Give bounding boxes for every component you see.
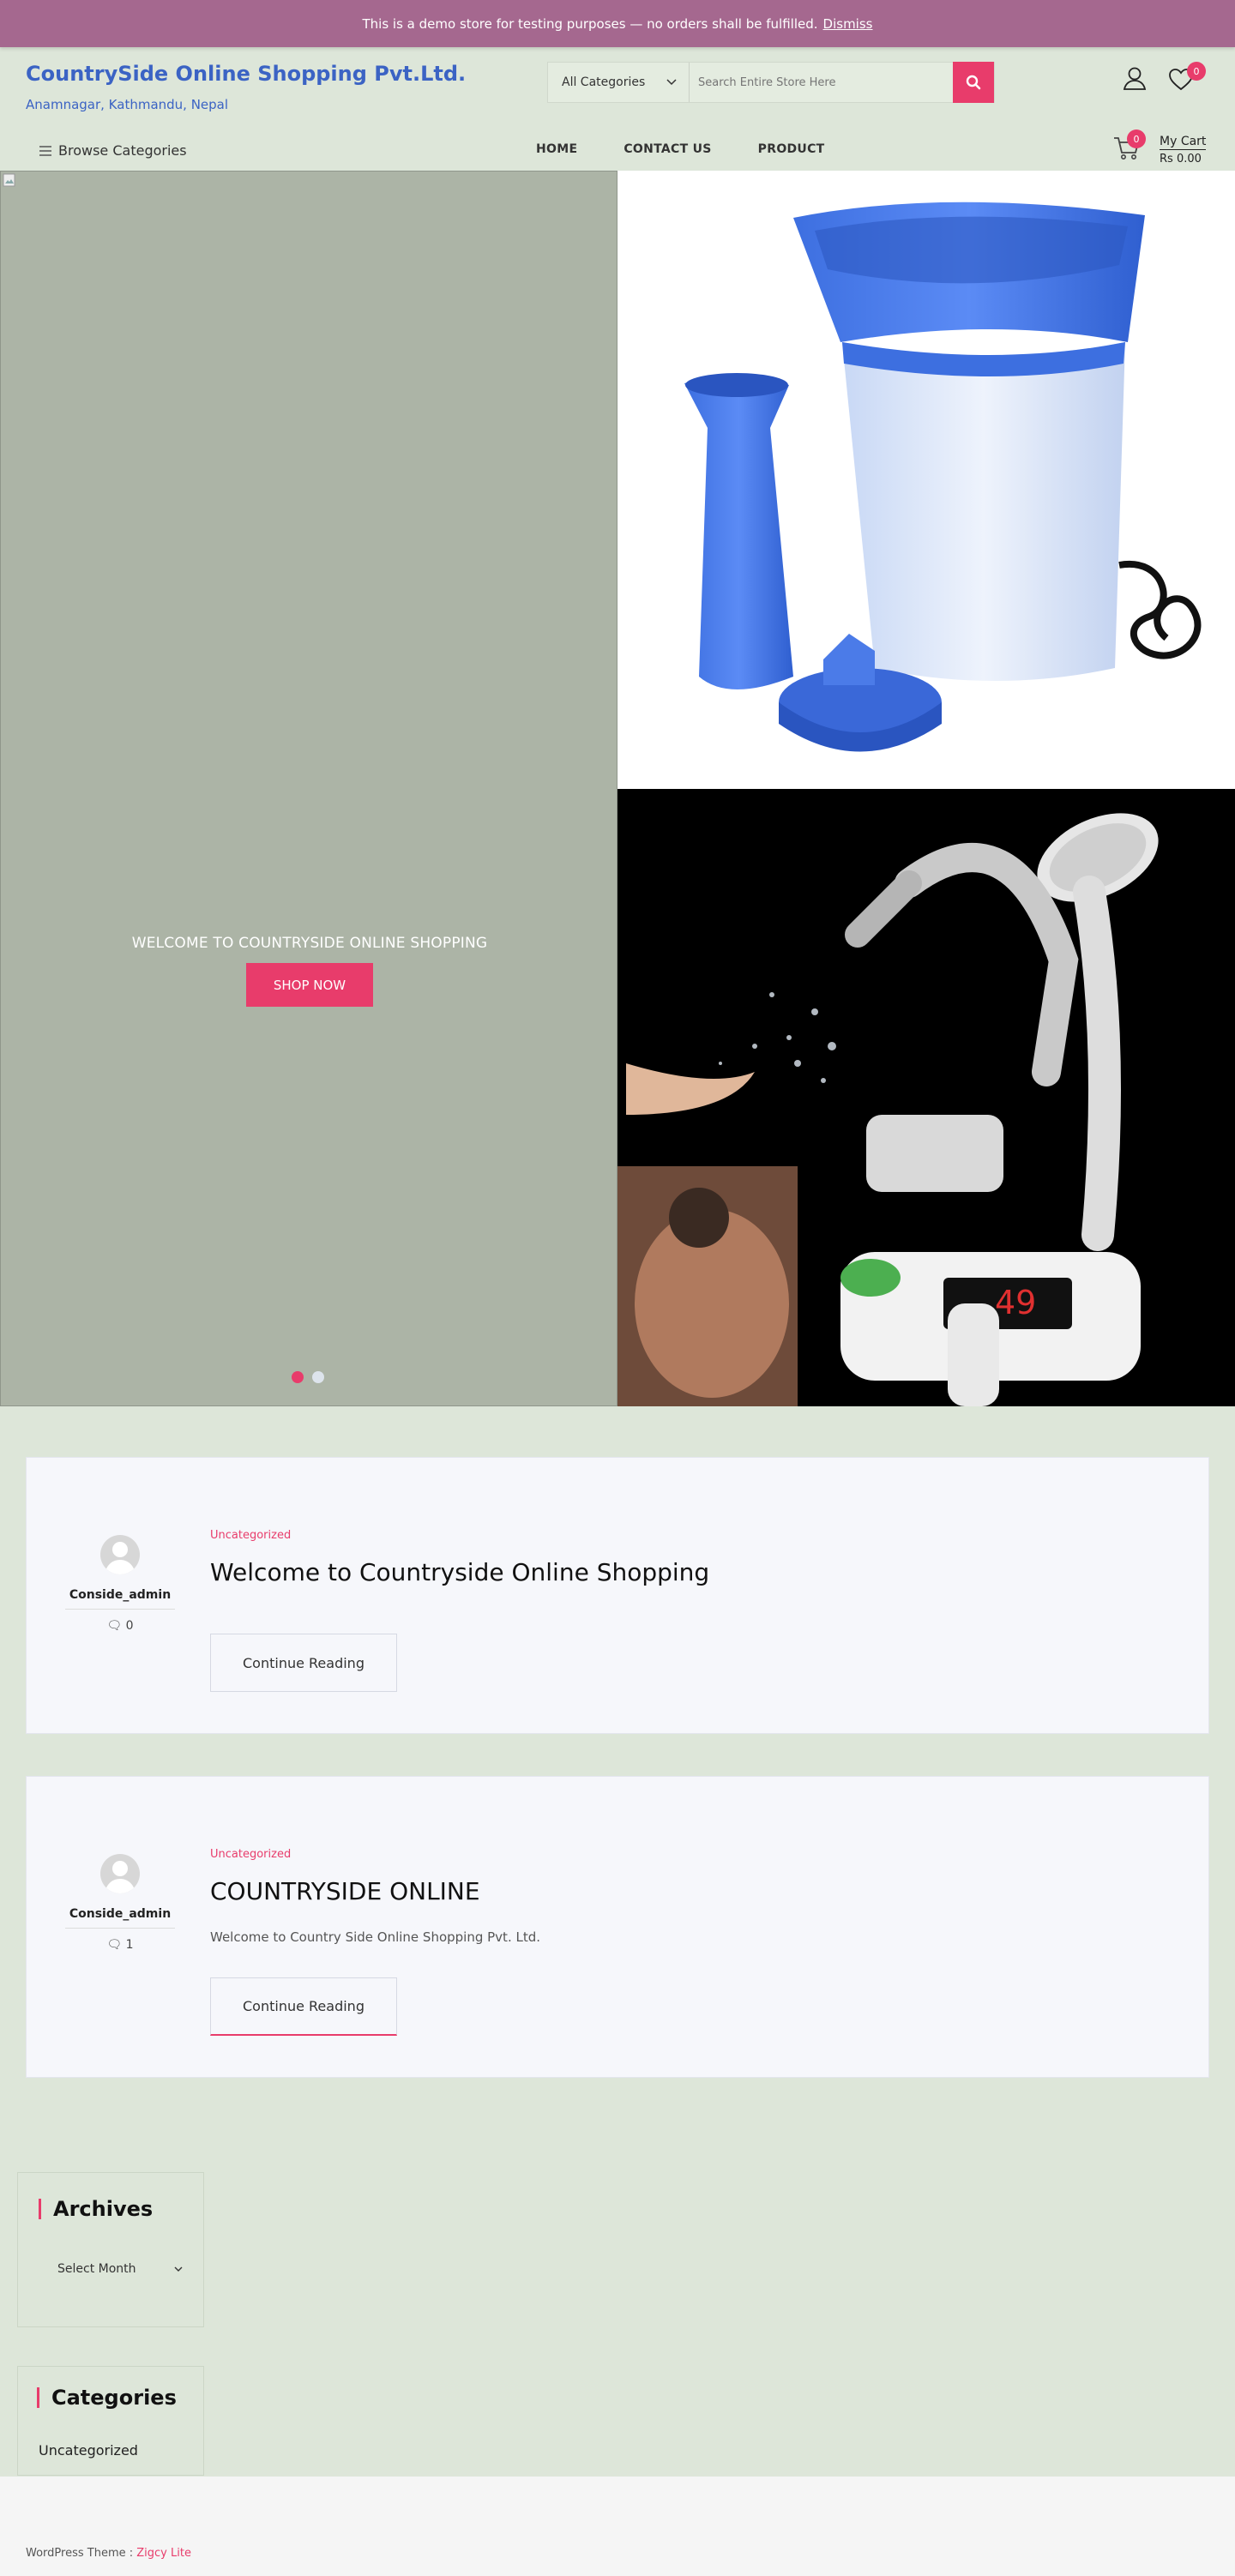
nav-item-product[interactable]: PRODUCT <box>758 142 825 156</box>
demo-notice-text: This is a demo store for testing purpose… <box>362 15 818 32</box>
comment-count-value: 1 <box>125 1938 134 1952</box>
widget-title-archives: Archives <box>39 2199 153 2219</box>
water-heater-tap-illustration: 49 <box>618 813 1159 1406</box>
footer-credit: WordPress Theme : Zigcy Lite <box>26 2547 191 2560</box>
continue-reading-button[interactable]: Continue Reading <box>210 1634 397 1692</box>
post-category[interactable]: Uncategorized <box>210 1529 291 1542</box>
shop-now-button[interactable]: SHOP NOW <box>246 963 373 1007</box>
post-comment-count[interactable]: 🗨︎ 1 <box>65 1938 175 1952</box>
hero-slider: WELCOME TO COUNTRYSIDE ONLINE SHOPPING S… <box>0 171 618 1406</box>
nav-item-contact-us[interactable]: CONTACT US <box>624 142 711 156</box>
svg-text:49: 49 <box>995 1284 1036 1321</box>
site-title[interactable]: CountrySide Online Shopping Pvt.Ltd. <box>26 62 466 86</box>
post-comment-count[interactable]: 🗨︎ 0 <box>65 1619 175 1633</box>
blog-post: Conside_admin 🗨︎ 1 Uncategorized COUNTRY… <box>26 1776 1209 2078</box>
default-avatar-icon <box>105 1542 136 1574</box>
browse-categories-label: Browse Categories <box>58 142 187 159</box>
promo-image-water-heater-tap[interactable]: 49 <box>618 789 1235 1406</box>
category-select-value: All Categories <box>562 75 646 89</box>
chevron-down-icon <box>174 2266 183 2272</box>
archive-month-select[interactable]: Select Month <box>57 2262 183 2276</box>
archives-widget: Archives Select Month <box>17 2172 204 2327</box>
site-description: Anamnagar, Kathmandu, Nepal <box>26 97 229 112</box>
user-account-icon[interactable] <box>1122 65 1148 91</box>
theme-link[interactable]: Zigcy Lite <box>136 2547 191 2560</box>
main-navigation: HOME CONTACT US PRODUCT <box>536 142 825 156</box>
continue-reading-button[interactable]: Continue Reading <box>210 1977 397 2036</box>
cart-count-badge: 0 <box>1127 129 1146 148</box>
cart-total: Rs 0.00 <box>1160 153 1202 166</box>
post-category[interactable]: Uncategorized <box>210 1848 291 1861</box>
demo-store-notice: This is a demo store for testing purpose… <box>0 0 1235 47</box>
widget-title-categories: Categories <box>37 2387 177 2408</box>
dismiss-link[interactable]: Dismiss <box>823 16 873 32</box>
post-author[interactable]: Conside_admin <box>65 1588 175 1610</box>
search-icon <box>966 75 981 90</box>
my-cart-link[interactable]: My Cart <box>1160 134 1207 150</box>
post-author[interactable]: Conside_admin <box>65 1907 175 1929</box>
category-link-uncategorized[interactable]: Uncategorized <box>39 2442 138 2459</box>
avatar[interactable] <box>100 1535 140 1574</box>
post-title[interactable]: COUNTRYSIDE ONLINE <box>210 1877 480 1905</box>
menu-icon <box>39 145 51 156</box>
comment-count-value: 0 <box>125 1619 134 1633</box>
product-search: All Categories <box>547 62 995 103</box>
post-title[interactable]: Welcome to Countryside Online Shopping <box>210 1558 709 1586</box>
promo-image-facial-steamer[interactable] <box>618 171 1235 789</box>
broken-image-icon <box>3 173 15 187</box>
hero-caption: WELCOME TO COUNTRYSIDE ONLINE SHOPPING <box>131 935 488 952</box>
search-button[interactable] <box>953 62 994 103</box>
search-input[interactable] <box>690 63 953 102</box>
slider-dot-1[interactable] <box>292 1371 304 1383</box>
avatar[interactable] <box>100 1854 140 1893</box>
facial-steamer-illustration <box>684 202 1202 752</box>
chevron-down-icon <box>666 79 677 86</box>
nav-item-home[interactable]: HOME <box>536 142 577 156</box>
comment-icon: 🗨︎ <box>106 1619 123 1633</box>
slider-dot-2[interactable] <box>312 1371 324 1383</box>
categories-widget: Categories Uncategorized <box>17 2366 204 2476</box>
wishlist-count-badge: 0 <box>1187 62 1206 81</box>
site-footer: WordPress Theme : Zigcy Lite <box>0 2477 1235 2576</box>
blog-post: Conside_admin 🗨︎ 0 Uncategorized Welcome… <box>26 1457 1209 1734</box>
post-excerpt: Welcome to Country Side Online Shopping … <box>210 1929 541 1945</box>
default-avatar-icon <box>105 1861 136 1893</box>
comment-icon: 🗨︎ <box>106 1938 123 1952</box>
browse-categories-button[interactable]: Browse Categories <box>39 142 187 159</box>
category-select[interactable]: All Categories <box>548 63 690 102</box>
footer-credit-prefix: WordPress Theme : <box>26 2547 137 2560</box>
archive-month-value: Select Month <box>57 2262 136 2276</box>
